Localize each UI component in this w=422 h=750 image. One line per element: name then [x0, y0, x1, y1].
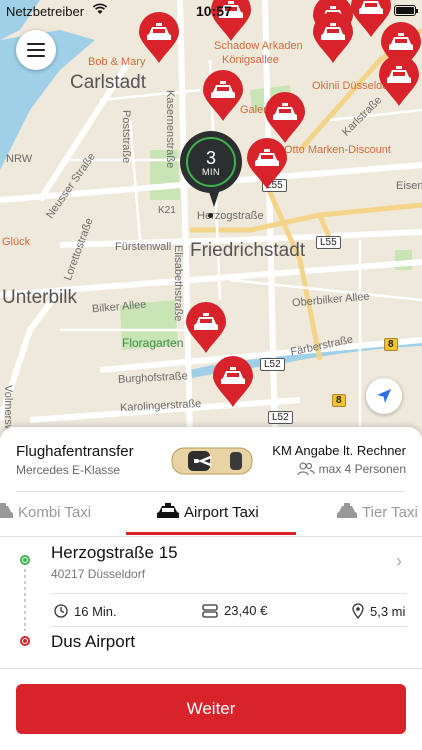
active-tab-indicator [126, 532, 296, 535]
map-street-label: Poststraße [120, 110, 132, 164]
booking-sheet: Flughafentransfer Mercedes E-Klasse KM A… [0, 427, 422, 750]
map-street-label: Fürstenwall [115, 241, 172, 253]
locate-me-button[interactable] [366, 378, 402, 414]
continue-button[interactable]: Weiter [16, 684, 406, 734]
map-poi-label: Galer [240, 104, 267, 116]
road-tag: L52 [260, 358, 285, 371]
eta-bubble: 3 MIN [180, 131, 242, 193]
route-details: Herzogstraße 15 40217 Düsseldorf › 16 Mi… [0, 537, 422, 657]
pickup-address[interactable]: Herzogstraße 15 [51, 543, 178, 563]
tab-label: Kombi Taxi [18, 503, 92, 521]
map-street-label: Eisens [396, 180, 422, 192]
road-tag: 8 [384, 338, 398, 351]
duration-stat: 16 Min. [53, 603, 117, 619]
ride-summary[interactable]: Flughafentransfer Mercedes E-Klasse KM A… [0, 427, 422, 491]
map-district-label: Friedrichstadt [190, 240, 306, 261]
eta-ring [186, 137, 236, 187]
destination-address[interactable]: Dus Airport [51, 632, 135, 652]
clock: 10:57 [196, 3, 232, 19]
menu-button[interactable] [16, 30, 56, 70]
map-poi-label: Bob & Mary [88, 56, 146, 68]
map-poi-label: Otto Marken-Discount [284, 144, 391, 156]
wifi-icon [92, 3, 108, 18]
taxi-pin-icon[interactable] [378, 55, 420, 107]
price-value: 23,40 € [224, 603, 268, 618]
map-poi-label: NRW [6, 153, 33, 165]
taxi-pin-icon[interactable] [264, 92, 306, 144]
duration-value: 16 Min. [74, 603, 117, 619]
airport-car-icon [171, 447, 253, 475]
road-tag: L55 [316, 236, 341, 249]
pickup-dot [208, 213, 213, 218]
persons-icon [297, 462, 315, 476]
hamburger-icon [27, 43, 45, 45]
vehicle-model: Mercedes E-Klasse [16, 463, 121, 477]
road-tag: 8 [332, 394, 346, 407]
price-note: KM Angabe lt. Rechner [272, 443, 406, 458]
status-bar: Netzbetreiber 10:57 [0, 0, 422, 22]
chevron-right-icon[interactable]: › [396, 551, 402, 572]
hamburger-icon [27, 55, 45, 57]
route-connector [24, 569, 26, 631]
map-poi-label: K21 [158, 205, 176, 216]
taxi-pin-icon[interactable] [212, 356, 254, 408]
car-icon [157, 503, 179, 518]
map-street-label: Kasernenstraße [164, 90, 176, 169]
money-icon [202, 603, 218, 618]
tab-label: Tier Taxi [362, 503, 418, 521]
battery-icon [394, 5, 418, 16]
map-pin-icon [352, 603, 364, 619]
pickup-city: 40217 Düsseldorf [51, 567, 146, 581]
car-icon [0, 503, 13, 518]
ride-title: Flughafentransfer [16, 443, 134, 460]
map-poi-label: Königsallee [222, 54, 279, 66]
tab-kombi-taxi[interactable]: Kombi Taxi [0, 503, 91, 521]
divider [0, 668, 422, 669]
price-stat: 23,40 € [201, 603, 267, 618]
taxi-pin-icon[interactable] [185, 302, 227, 354]
car-icon [337, 503, 357, 518]
taxi-type-tabs: Kombi Taxi Airport Taxi Tier Taxi [0, 491, 422, 537]
map-street-label: Elisabethstraße [172, 245, 184, 322]
taxi-pin-icon[interactable] [246, 138, 288, 190]
eta-marker[interactable]: 3 MIN [180, 131, 242, 223]
tab-label: Airport Taxi [184, 503, 259, 521]
eta-stem [208, 189, 220, 207]
distance-value: 5,3 mi [370, 603, 406, 619]
map-district-label: Carlstadt [70, 72, 147, 93]
tab-airport-taxi[interactable]: Airport Taxi [156, 503, 259, 521]
trip-stats: 16 Min. 23,40 € 5,3 mi [51, 593, 407, 627]
capacity-text: max 4 Personen [318, 462, 406, 476]
carrier-name: Netzbetreiber [6, 4, 85, 19]
distance-stat: 5,3 mi [351, 603, 405, 619]
map-district-label: Unterbilk [2, 287, 77, 308]
tab-tier-taxi[interactable]: Tier Taxi [336, 503, 418, 521]
road-tag: L52 [268, 411, 293, 424]
map-view[interactable]: Carlstadt Friedrichstadt Unterbilk Kaser… [0, 0, 422, 438]
map-poi-label: Glück [2, 236, 31, 248]
capacity-info: max 4 Personen [297, 462, 406, 476]
taxi-app-screen: Netzbetreiber 10:57 Carlstadt Friedrichs… [0, 0, 422, 750]
taxi-pin-icon[interactable] [202, 70, 244, 122]
destination-marker-icon [20, 636, 30, 646]
hamburger-icon [27, 49, 45, 51]
clock-icon [54, 604, 68, 618]
map-poi-label: Floragarten [122, 336, 184, 350]
location-arrow-icon [377, 389, 391, 403]
pickup-marker-icon [20, 555, 30, 565]
